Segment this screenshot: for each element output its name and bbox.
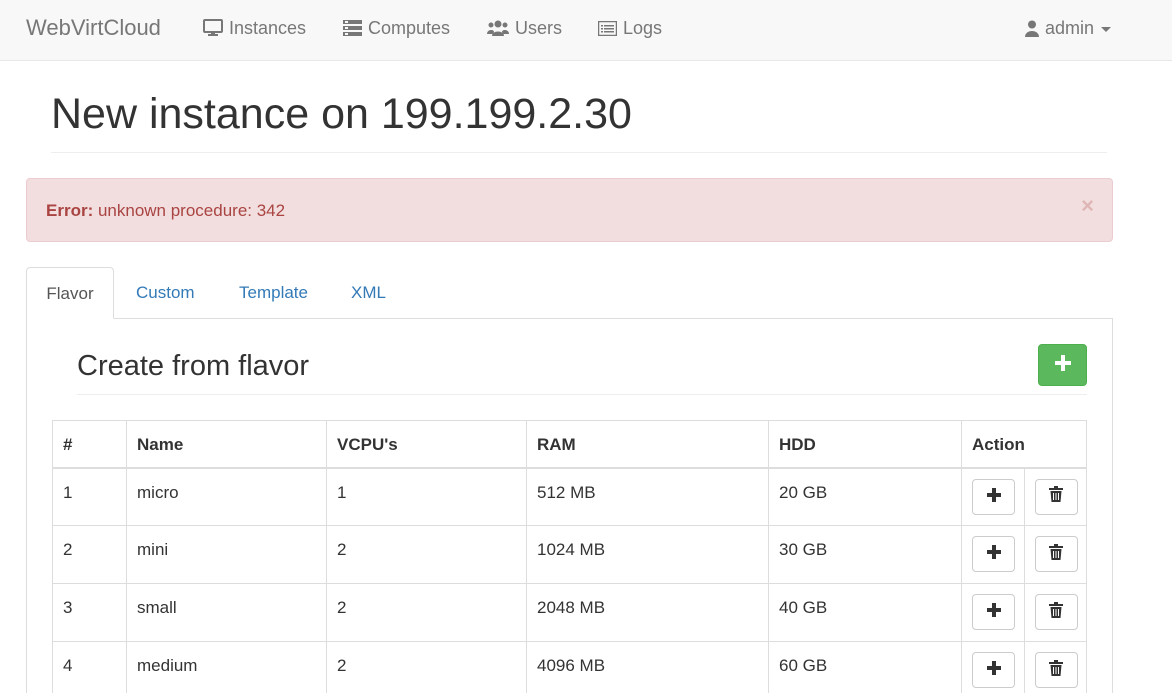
trash-icon xyxy=(1049,543,1063,565)
tab-template[interactable]: Template xyxy=(239,267,308,319)
nav-logs[interactable]: Logs xyxy=(598,17,662,39)
create-from-flavor-button[interactable] xyxy=(972,478,1015,515)
table-header-row: # Name VCPU's RAM HDD Action xyxy=(52,420,1087,469)
cell-action-delete xyxy=(1023,467,1087,526)
cell-vcpu: 2 xyxy=(326,641,527,693)
monitor-icon xyxy=(203,19,223,37)
cell-action-delete xyxy=(1023,641,1087,693)
cell-action-create xyxy=(961,525,1025,584)
table-row: 2 mini 2 1024 MB 30 GB xyxy=(52,525,1087,584)
trash-icon xyxy=(1049,601,1063,623)
header-num: # xyxy=(52,420,127,469)
cell-ram: 512 MB xyxy=(526,467,769,526)
table-row: 3 small 2 2048 MB 40 GB xyxy=(52,583,1087,642)
plus-icon xyxy=(986,660,1001,680)
alert-message: Error: unknown procedure: 342 xyxy=(46,201,285,221)
nav-users[interactable]: Users xyxy=(487,17,562,39)
header-name: Name xyxy=(126,420,327,469)
title-divider xyxy=(51,152,1107,153)
delete-flavor-button[interactable] xyxy=(1034,536,1078,572)
cell-ram: 1024 MB xyxy=(526,525,769,584)
cell-num: 1 xyxy=(52,467,127,526)
add-flavor-button[interactable] xyxy=(1038,344,1087,386)
plus-icon xyxy=(986,487,1001,507)
nav-instances-label: Instances xyxy=(229,17,307,38)
delete-flavor-button[interactable] xyxy=(1034,478,1078,515)
nav-logs-label: Logs xyxy=(623,17,663,38)
panel-border-right xyxy=(1112,318,1113,693)
tab-xml[interactable]: XML xyxy=(351,267,386,319)
cell-action-create xyxy=(961,641,1025,693)
trash-icon xyxy=(1049,659,1063,681)
cell-vcpu: 2 xyxy=(326,583,527,642)
delete-flavor-button[interactable] xyxy=(1034,594,1078,630)
nav-computes[interactable]: Computes xyxy=(343,17,450,39)
cell-vcpu: 1 xyxy=(326,467,527,526)
plus-icon xyxy=(986,602,1001,622)
cell-name: mini xyxy=(126,525,327,584)
nav-users-label: Users xyxy=(515,17,563,38)
users-icon xyxy=(487,20,509,36)
user-menu-label: admin xyxy=(1045,17,1095,38)
cell-name: small xyxy=(126,583,327,642)
nav-instances[interactable]: Instances xyxy=(203,17,306,39)
section-title: Create from flavor xyxy=(77,350,310,382)
create-from-flavor-button[interactable] xyxy=(972,652,1015,688)
cell-name: medium xyxy=(126,641,327,693)
panel-border-left xyxy=(26,318,27,693)
nav-computes-label: Computes xyxy=(368,17,451,38)
cell-hdd: 40 GB xyxy=(768,583,962,642)
cell-hdd: 20 GB xyxy=(768,467,962,526)
create-from-flavor-button[interactable] xyxy=(972,594,1015,630)
tab-custom[interactable]: Custom xyxy=(136,267,195,319)
server-icon xyxy=(343,20,362,36)
brand-link[interactable]: WebVirtCloud xyxy=(26,15,161,41)
cell-ram: 4096 MB xyxy=(526,641,769,693)
alert-prefix: Error: xyxy=(46,201,94,220)
user-menu-dropdown[interactable]: admin xyxy=(1025,17,1112,39)
cell-hdd: 60 GB xyxy=(768,641,962,693)
cell-action-create xyxy=(961,583,1025,642)
cell-action-create xyxy=(961,467,1025,526)
cell-num: 2 xyxy=(52,525,127,584)
cell-num: 4 xyxy=(52,641,127,693)
close-icon[interactable]: × xyxy=(1081,195,1094,217)
caret-down-icon xyxy=(1101,26,1112,32)
alert-text: unknown procedure: 342 xyxy=(93,201,286,220)
table-row: 4 medium 2 4096 MB 60 GB xyxy=(52,641,1087,693)
trash-icon xyxy=(1049,486,1063,507)
user-icon xyxy=(1025,20,1039,37)
cell-vcpu: 2 xyxy=(326,525,527,584)
tab-flavor[interactable]: Flavor xyxy=(26,267,114,319)
plus-icon xyxy=(986,544,1001,564)
error-alert: Error: unknown procedure: 342 × xyxy=(26,178,1113,242)
flavors-table: # Name VCPU's RAM HDD Action 1 micro 1 512 … xyxy=(52,420,1087,693)
header-ram: RAM xyxy=(526,420,769,469)
cell-action-delete xyxy=(1023,525,1087,584)
cell-ram: 2048 MB xyxy=(526,583,769,642)
cell-hdd: 30 GB xyxy=(768,525,962,584)
top-navbar: WebVirtCloud Instances Computes Users Lo… xyxy=(0,0,1172,61)
header-hdd: HDD xyxy=(768,420,962,469)
delete-flavor-button[interactable] xyxy=(1034,652,1078,688)
header-action: Action xyxy=(961,420,1087,469)
plus-icon xyxy=(1054,354,1071,376)
create-from-flavor-button[interactable] xyxy=(972,536,1015,572)
cell-name: micro xyxy=(126,467,327,526)
page-title: New instance on 199.199.2.30 xyxy=(51,90,632,138)
cell-action-delete xyxy=(1023,583,1087,642)
section-divider xyxy=(77,394,1087,395)
table-row: 1 micro 1 512 MB 20 GB xyxy=(52,467,1087,526)
cell-num: 3 xyxy=(52,583,127,642)
list-icon xyxy=(598,20,617,36)
header-vcpu: VCPU's xyxy=(326,420,527,469)
